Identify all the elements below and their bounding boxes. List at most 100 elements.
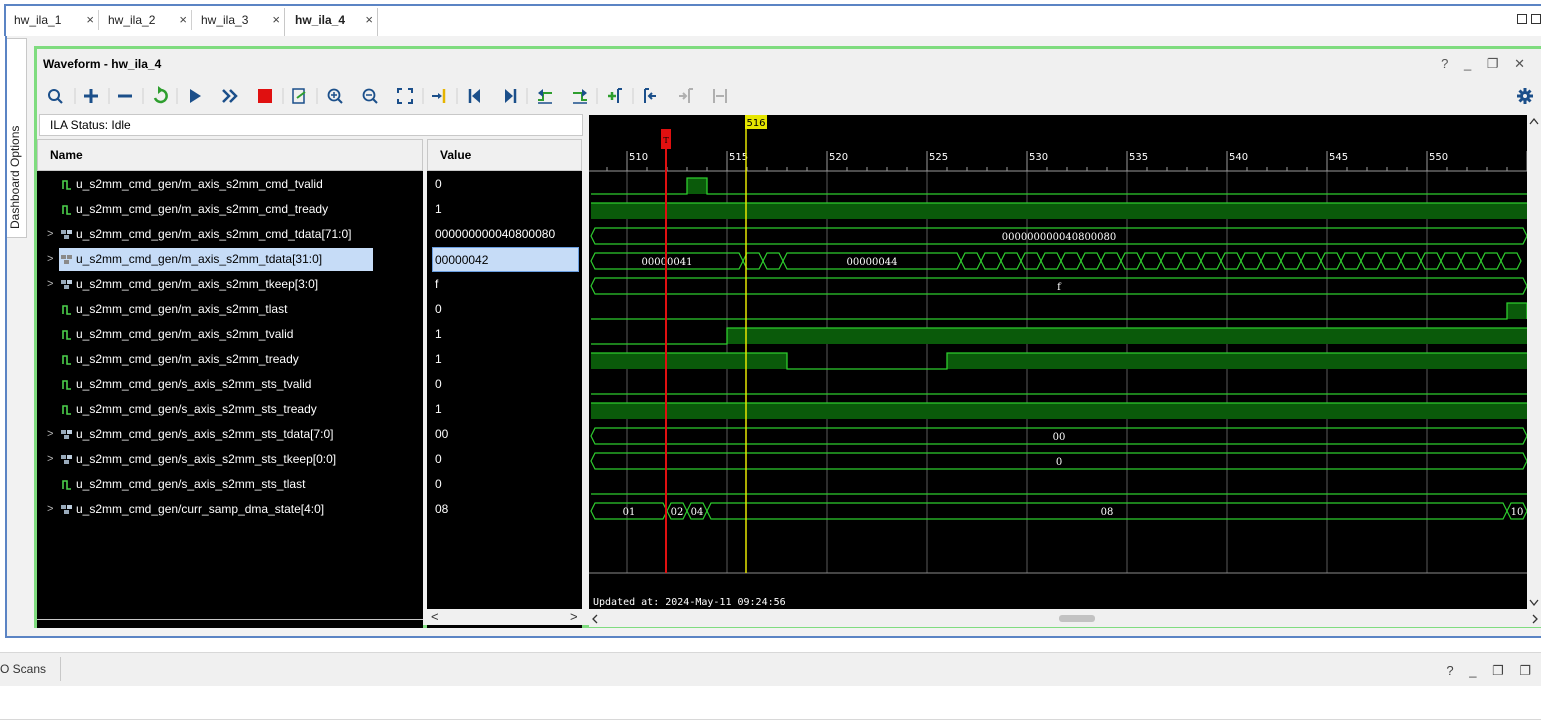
tab-hw-ila-3[interactable]: hw_ila_3 × bbox=[191, 8, 284, 36]
signal-row[interactable]: u_s2mm_cmd_gen/s_axis_s2mm_sts_tvalid bbox=[37, 372, 423, 397]
bus-value-label: f bbox=[1057, 282, 1062, 293]
signal-value-cell[interactable]: 08 bbox=[427, 497, 582, 522]
next-transition-icon[interactable] bbox=[573, 89, 587, 104]
bus-signal-icon bbox=[61, 230, 72, 239]
signal-value: 08 bbox=[435, 502, 449, 516]
close-icon[interactable]: × bbox=[86, 8, 94, 32]
signal-value-cell[interactable]: 0 bbox=[427, 472, 582, 497]
expand-chevron-icon[interactable]: > bbox=[47, 222, 53, 247]
bus-segment bbox=[1440, 252, 1462, 270]
signal-name-column: Name u_s2mm_cmd_gen/m_axis_s2mm_cmd_tval… bbox=[37, 139, 423, 628]
signal-row[interactable]: u_s2mm_cmd_gen/m_axis_s2mm_tvalid bbox=[37, 322, 423, 347]
signal-value-cell[interactable]: 0 bbox=[427, 447, 582, 472]
bottom-panel-controls[interactable]: ? _ ❐ ❐ bbox=[1446, 663, 1537, 679]
search-icon[interactable] bbox=[48, 89, 63, 104]
wire-signal-icon bbox=[62, 380, 71, 390]
restore-icon[interactable] bbox=[1517, 14, 1527, 24]
zoom-in-icon[interactable] bbox=[327, 88, 343, 104]
waveform-canvas[interactable]: 510 515 520 525 530 535 540 545 550 0000000000408… bbox=[589, 115, 1527, 609]
dashboard-options-tab[interactable]: Dashboard Options bbox=[7, 38, 27, 238]
signal-row[interactable]: u_s2mm_cmd_gen/m_axis_s2mm_cmd_tready bbox=[37, 197, 423, 222]
scroll-right-icon[interactable]: > bbox=[570, 609, 578, 624]
bus-segment bbox=[1080, 252, 1102, 270]
signal-value-cell[interactable]: 1 bbox=[427, 197, 582, 222]
signal-value: 1 bbox=[435, 202, 442, 216]
wave-high-fill bbox=[727, 328, 1527, 344]
close-icon[interactable]: × bbox=[365, 8, 373, 32]
tab-hw-ila-1[interactable]: hw_ila_1 × bbox=[4, 8, 98, 36]
previous-marker-icon[interactable] bbox=[644, 88, 656, 103]
name-column-header[interactable]: Name bbox=[37, 139, 423, 171]
signal-value-cell[interactable]: 000000000040800080 bbox=[427, 222, 582, 247]
signal-name: u_s2mm_cmd_gen/m_axis_s2mm_tkeep[3:0] bbox=[76, 277, 319, 291]
signal-row[interactable]: > u_s2mm_cmd_gen/m_axis_s2mm_tdata[31:0] bbox=[37, 247, 423, 272]
signal-row[interactable]: u_s2mm_cmd_gen/m_axis_s2mm_tready bbox=[37, 347, 423, 372]
zoom-out-icon[interactable] bbox=[362, 88, 378, 104]
signal-value-cell[interactable]: 1 bbox=[427, 322, 582, 347]
scroll-left-icon[interactable] bbox=[592, 614, 598, 624]
scroll-left-icon[interactable]: < bbox=[431, 609, 439, 624]
expand-chevron-icon[interactable]: > bbox=[47, 497, 53, 522]
tab-hw-ila-2[interactable]: hw_ila_2 × bbox=[98, 8, 191, 36]
tab-hw-ila-4[interactable]: hw_ila_4 × bbox=[284, 8, 378, 36]
signal-value-cell[interactable]: 0 bbox=[427, 297, 582, 322]
go-to-time-zero-icon[interactable] bbox=[468, 89, 480, 103]
signal-value-cell[interactable]: 00000042 bbox=[427, 247, 582, 272]
go-to-cursor-icon[interactable] bbox=[432, 89, 446, 103]
expand-chevron-icon[interactable]: > bbox=[47, 422, 53, 447]
close-icon[interactable]: × bbox=[179, 8, 187, 32]
close-icon[interactable]: × bbox=[272, 8, 280, 32]
waveform-view[interactable]: 510 515 520 525 530 535 540 545 550 0000000000408… bbox=[589, 115, 1527, 609]
signal-row[interactable]: > u_s2mm_cmd_gen/m_axis_s2mm_cmd_tdata[71… bbox=[37, 222, 423, 247]
scrollbar-thumb[interactable] bbox=[1059, 615, 1095, 622]
settings-icon[interactable] bbox=[1517, 88, 1533, 104]
value-column-scrollbar[interactable]: < > bbox=[427, 609, 582, 625]
swap-cursors-icon[interactable] bbox=[713, 89, 727, 103]
next-marker-icon[interactable] bbox=[679, 88, 693, 103]
run-trigger-icon[interactable] bbox=[190, 89, 201, 103]
bus-segment bbox=[1160, 252, 1182, 270]
bus-value-label: 000000000040800080 bbox=[1002, 232, 1117, 243]
scroll-up-icon[interactable] bbox=[1529, 117, 1539, 125]
expand-chevron-icon[interactable]: > bbox=[47, 272, 53, 297]
refresh-icon[interactable] bbox=[153, 86, 168, 104]
signal-row[interactable]: u_s2mm_cmd_gen/s_axis_s2mm_sts_tready bbox=[37, 397, 423, 422]
go-to-last-time-icon[interactable] bbox=[505, 89, 517, 103]
signal-value-cell[interactable]: f bbox=[427, 272, 582, 297]
signal-row[interactable]: > u_s2mm_cmd_gen/m_axis_s2mm_tkeep[3:0] bbox=[37, 272, 423, 297]
signal-value-cell[interactable]: 0 bbox=[427, 372, 582, 397]
previous-transition-icon[interactable] bbox=[538, 89, 552, 104]
signal-row[interactable]: u_s2mm_cmd_gen/m_axis_s2mm_cmd_tvalid bbox=[37, 172, 423, 197]
add-icon[interactable] bbox=[84, 89, 98, 103]
name-column-divider bbox=[37, 619, 423, 620]
signal-name: u_s2mm_cmd_gen/s_axis_s2mm_sts_tlast bbox=[76, 477, 306, 491]
signal-value-cell[interactable]: 0 bbox=[427, 172, 582, 197]
waveform-horizontal-scrollbar[interactable] bbox=[589, 611, 1541, 627]
add-marker-icon[interactable] bbox=[608, 88, 622, 103]
signal-row[interactable]: > u_s2mm_cmd_gen/s_axis_s2mm_sts_tkeep[0:… bbox=[37, 447, 423, 472]
export-icon[interactable] bbox=[292, 88, 306, 104]
signal-row[interactable]: u_s2mm_cmd_gen/s_axis_s2mm_sts_tlast bbox=[37, 472, 423, 497]
panel-window-controls[interactable]: ? _ ❐ ✕ bbox=[1441, 56, 1531, 72]
run-immediate-icon[interactable] bbox=[222, 89, 238, 103]
scroll-right-icon[interactable] bbox=[1532, 614, 1538, 624]
waveform-vertical-scrollbar[interactable] bbox=[1527, 115, 1541, 609]
zoom-fit-icon[interactable] bbox=[397, 88, 413, 104]
scans-tab[interactable]: O Scans bbox=[0, 662, 46, 676]
signal-name: u_s2mm_cmd_gen/m_axis_s2mm_cmd_tready bbox=[76, 202, 329, 216]
signal-value-cell[interactable]: 1 bbox=[427, 347, 582, 372]
bus-segment bbox=[1380, 252, 1402, 270]
waveform-toolbar bbox=[37, 81, 1541, 111]
signal-value-cell[interactable]: 1 bbox=[427, 397, 582, 422]
stop-icon[interactable] bbox=[258, 89, 272, 103]
expand-chevron-icon[interactable]: > bbox=[47, 447, 53, 472]
maximize-icon[interactable] bbox=[1531, 14, 1541, 24]
expand-chevron-icon[interactable]: > bbox=[47, 247, 53, 272]
signal-row[interactable]: > u_s2mm_cmd_gen/curr_samp_dma_state[4:0] bbox=[37, 497, 423, 522]
value-column-header[interactable]: Value bbox=[427, 139, 582, 171]
signal-row[interactable]: > u_s2mm_cmd_gen/s_axis_s2mm_sts_tdata[7:… bbox=[37, 422, 423, 447]
scroll-down-icon[interactable] bbox=[1529, 599, 1539, 607]
signal-row[interactable]: u_s2mm_cmd_gen/m_axis_s2mm_tlast bbox=[37, 297, 423, 322]
signal-value-cell[interactable]: 00 bbox=[427, 422, 582, 447]
wire-signal-icon bbox=[62, 330, 71, 340]
